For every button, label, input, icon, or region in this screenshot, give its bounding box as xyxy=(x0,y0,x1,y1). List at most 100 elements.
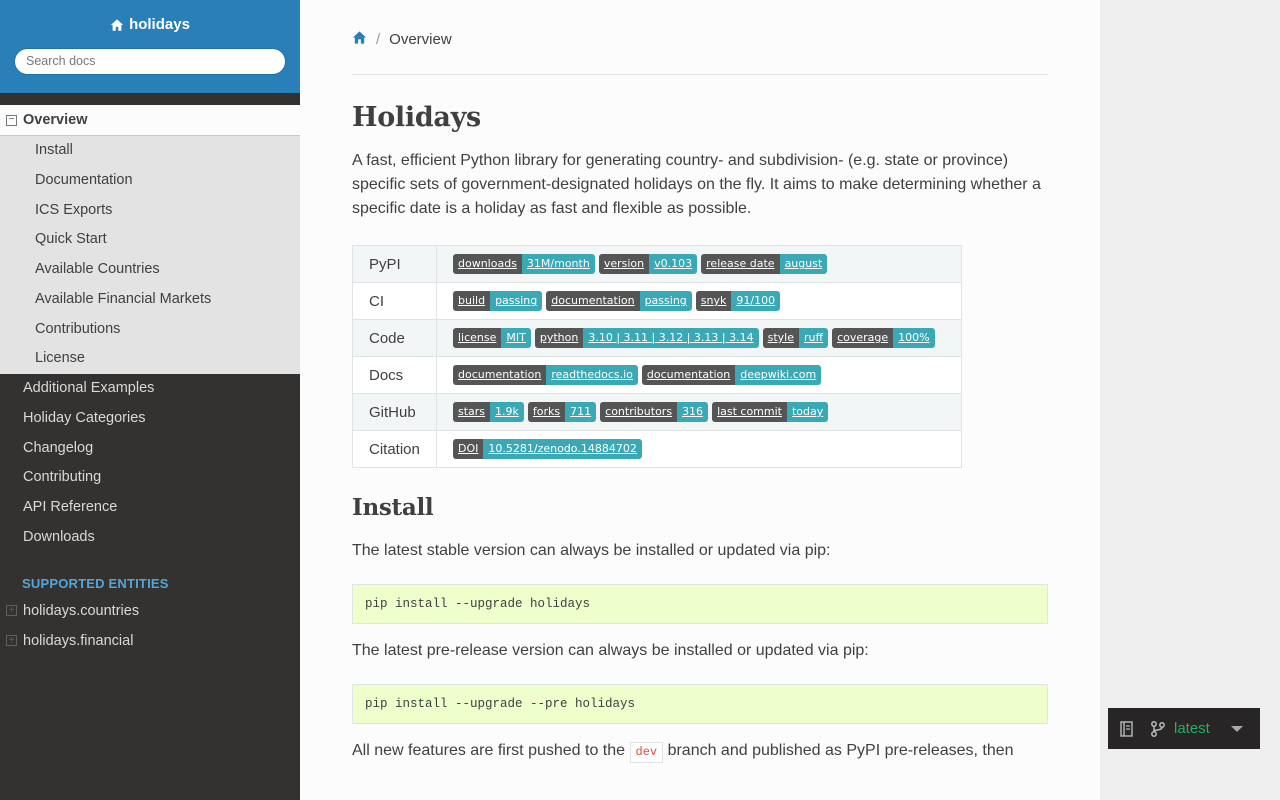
sidebar-item-additional-examples[interactable]: Additional Examples xyxy=(0,374,300,404)
badge-key: version xyxy=(598,254,650,274)
badge-value: 100% xyxy=(893,328,935,348)
badge-value: 3.10 | 3.11 | 3.12 | 3.13 | 3.14 xyxy=(583,328,759,348)
status-badge[interactable]: style ruff xyxy=(762,328,829,348)
sidebar-divider xyxy=(0,93,300,105)
status-badge[interactable]: documentation readthedocs.io xyxy=(453,365,638,385)
badge-row-label: GitHub xyxy=(352,393,437,431)
sidebar-subitem-license[interactable]: License xyxy=(0,344,300,374)
badge-key: release date xyxy=(701,254,780,274)
sidebar-header: holidays xyxy=(0,0,300,93)
breadcrumb-separator: / xyxy=(376,30,381,48)
badge-row-label: Citation xyxy=(352,430,437,468)
overview-subnav: Install Documentation ICS Exports Quick … xyxy=(0,136,300,374)
sidebar-subitem-available-countries[interactable]: Available Countries xyxy=(0,255,300,285)
status-badge[interactable]: DOI 10.5281/zenodo.14884702 xyxy=(453,439,642,459)
badge-row-label: Docs xyxy=(352,356,437,394)
badge-value: MIT xyxy=(501,328,531,348)
status-badge[interactable]: downloads 31M/month xyxy=(453,254,595,274)
badge-key: build xyxy=(453,291,491,311)
project-title: holidays xyxy=(129,16,190,33)
status-badge[interactable]: last commit today xyxy=(712,402,829,422)
version-label: latest xyxy=(1174,720,1210,737)
badge-table: PyPI downloads 31M/month version v0.103 relea… xyxy=(352,245,962,468)
status-badge[interactable]: snyk 91/100 xyxy=(695,291,781,311)
badge-value: 1.9k xyxy=(490,402,524,422)
sidebar-subitem-install[interactable]: Install xyxy=(0,136,300,166)
sidebar-item-contributing[interactable]: Contributing xyxy=(0,463,300,493)
sidebar-item-holiday-categories[interactable]: Holiday Categories xyxy=(0,404,300,434)
badge-row: GitHub stars 1.9k forks 711 contributors 316 la… xyxy=(352,393,962,431)
expand-icon[interactable]: + xyxy=(6,605,17,616)
badge-key: snyk xyxy=(695,291,732,311)
badge-row-label: CI xyxy=(352,282,437,320)
features-text: All new features are first pushed to the xyxy=(352,742,626,759)
badge-row: CI build passing documentation passing snyk 91… xyxy=(352,282,962,320)
status-badge[interactable]: build passing xyxy=(453,291,543,311)
status-badge[interactable]: release date august xyxy=(701,254,828,274)
badge-value: v0.103 xyxy=(649,254,698,274)
status-badge[interactable]: python 3.10 | 3.11 | 3.12 | 3.13 | 3.14 xyxy=(534,328,759,348)
sidebar-item-changelog[interactable]: Changelog xyxy=(0,434,300,464)
badge-value: 316 xyxy=(677,402,709,422)
git-branch-icon xyxy=(1151,720,1165,737)
breadcrumb-current: Overview xyxy=(389,30,452,48)
badge-key: style xyxy=(762,328,800,348)
sidebar-item-holidays-financial[interactable]: + holidays.financial xyxy=(0,626,300,656)
intro-paragraph: A fast, efficient Python library for gen… xyxy=(352,152,1041,217)
badge-key: documentation xyxy=(641,365,736,385)
sidebar-item-holidays-countries[interactable]: + holidays.countries xyxy=(0,596,300,626)
sidebar-item-overview[interactable]: − Overview xyxy=(0,105,300,136)
badge-key: contributors xyxy=(600,402,678,422)
status-badge[interactable]: contributors 316 xyxy=(600,402,709,422)
book-icon xyxy=(1120,720,1133,737)
badge-value: readthedocs.io xyxy=(546,365,638,385)
status-badge[interactable]: stars 1.9k xyxy=(453,402,524,422)
header-divider xyxy=(352,74,1048,75)
search-input[interactable] xyxy=(14,47,286,75)
badge-value: august xyxy=(779,254,828,274)
sidebar-item-label: holidays.financial xyxy=(23,632,134,649)
sidebar-subitem-ics-exports[interactable]: ICS Exports xyxy=(0,196,300,226)
sidebar-item-label: Overview xyxy=(23,112,88,128)
status-badge[interactable]: version v0.103 xyxy=(598,254,698,274)
install-code-block[interactable]: pip install --upgrade holidays xyxy=(352,584,1048,624)
badge-row: Citation DOI 10.5281/zenodo.14884702 xyxy=(352,430,962,468)
badge-row-badges: stars 1.9k forks 711 contributors 316 last com… xyxy=(436,393,962,431)
status-badge[interactable]: forks 711 xyxy=(527,402,597,422)
badge-key: stars xyxy=(453,402,491,422)
caret-down-icon xyxy=(1230,725,1243,732)
badge-row-badges: license MIT python 3.10 | 3.11 | 3.12 | 3.1… xyxy=(436,319,962,357)
badge-row-badges: build passing documentation passing snyk 91/1… xyxy=(436,282,962,320)
badge-key: last commit xyxy=(712,402,787,422)
sidebar-item-downloads[interactable]: Downloads xyxy=(0,523,300,553)
badge-key: documentation xyxy=(546,291,640,311)
version-flyout[interactable]: latest xyxy=(1108,708,1260,749)
badge-key: coverage xyxy=(832,328,894,348)
sidebar: holidays − Overview Install Documentatio… xyxy=(0,0,300,800)
status-badge[interactable]: documentation deepwiki.com xyxy=(641,365,822,385)
sidebar-item-api-reference[interactable]: API Reference xyxy=(0,493,300,523)
badge-value: deepwiki.com xyxy=(735,365,822,385)
prerelease-code-block[interactable]: pip install --upgrade --pre holidays xyxy=(352,684,1048,724)
sidebar-subitem-available-financial-markets[interactable]: Available Financial Markets xyxy=(0,285,300,315)
sidebar-item-label: holidays.countries xyxy=(23,602,140,619)
status-badge[interactable]: coverage 100% xyxy=(832,328,935,348)
breadcrumb: / Overview xyxy=(352,19,1048,59)
sidebar-caption: SUPPORTED ENTITIES xyxy=(22,575,169,591)
status-badge[interactable]: license MIT xyxy=(453,328,531,348)
sidebar-subitem-quick-start[interactable]: Quick Start xyxy=(0,225,300,255)
expand-icon[interactable]: + xyxy=(6,635,17,646)
sidebar-subitem-documentation[interactable]: Documentation xyxy=(0,166,300,196)
badge-value: today xyxy=(786,402,829,422)
badge-value: passing xyxy=(490,291,543,311)
sidebar-subitem-contributions[interactable]: Contributions xyxy=(0,315,300,345)
home-icon xyxy=(110,18,124,31)
status-badge[interactable]: documentation passing xyxy=(546,291,692,311)
project-home-link[interactable]: holidays xyxy=(110,16,190,33)
install-heading: Install xyxy=(352,494,434,521)
main-content: / Overview Holidays A fast, efficient Py… xyxy=(300,0,1100,800)
breadcrumb-home-link[interactable] xyxy=(352,30,367,49)
collapse-icon[interactable]: − xyxy=(6,114,17,126)
badge-value: 91/100 xyxy=(731,291,781,311)
badge-row: Code license MIT python 3.10 | 3.11 | 3.12 |… xyxy=(352,319,962,357)
